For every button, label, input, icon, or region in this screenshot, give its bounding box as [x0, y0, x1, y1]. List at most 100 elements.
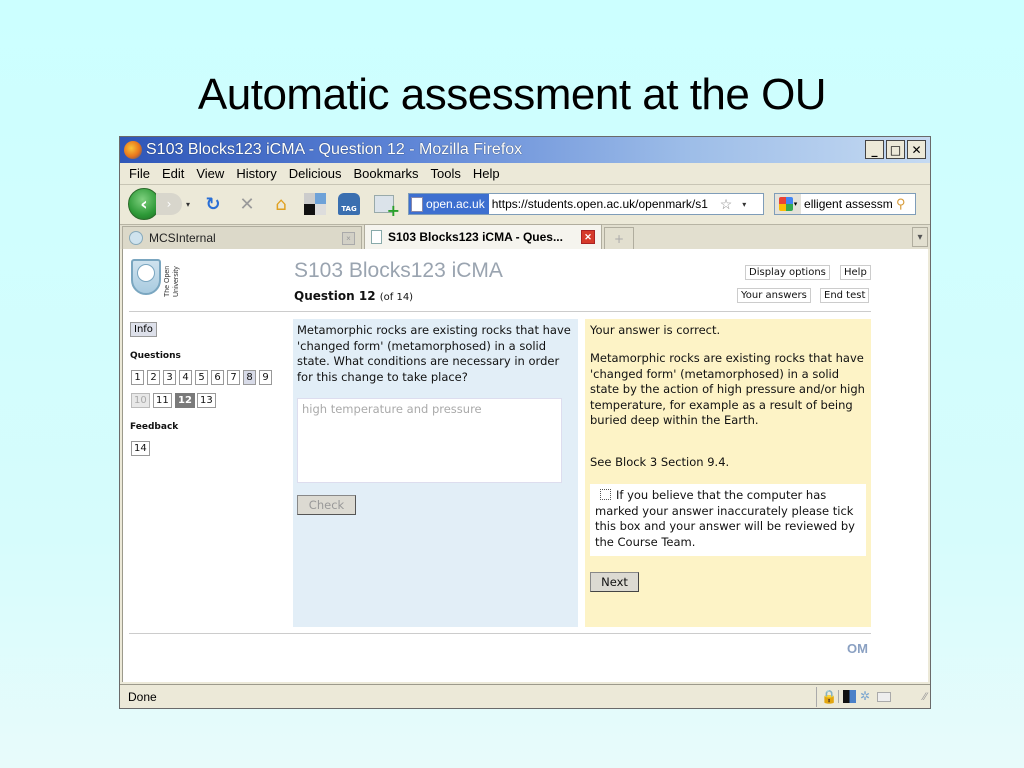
- home-icon[interactable]: ⌂: [270, 193, 292, 215]
- window-title: S103 Blocks123 iCMA - Question 12 - Mozi…: [146, 141, 523, 158]
- search-engine-button[interactable]: ▾: [775, 194, 802, 214]
- close-tab-icon[interactable]: ✕: [581, 230, 595, 244]
- stop-icon[interactable]: ✕: [236, 193, 258, 215]
- divider: [129, 311, 871, 312]
- bookmark-star-icon[interactable]: ☆: [720, 196, 733, 213]
- check-button[interactable]: Check: [297, 495, 356, 515]
- openmark-logo: OM: [847, 641, 868, 656]
- firefox-logo-icon: [124, 141, 142, 159]
- menu-bookmarks[interactable]: Bookmarks: [354, 166, 419, 181]
- question-button-9[interactable]: 9: [259, 370, 272, 385]
- tab-label: MCSInternal: [149, 231, 216, 245]
- logo-text: The Open University: [164, 265, 180, 297]
- site-identity-button[interactable]: open.ac.uk: [409, 194, 489, 214]
- delicious-status-icon[interactable]: [843, 690, 856, 703]
- question-button-7[interactable]: 7: [227, 370, 240, 385]
- feedback-reference: See Block 3 Section 9.4.: [590, 455, 730, 469]
- search-bar[interactable]: ▾ elligent assessm ⚲: [774, 193, 917, 215]
- slide-title: Automatic assessment at the OU: [197, 70, 827, 119]
- tab-s103-icma[interactable]: S103 Blocks123 iCMA - Ques... ✕: [364, 224, 602, 249]
- feedback-panel: Your answer is correct. Metamorphic rock…: [585, 319, 871, 627]
- appeal-box: If you believe that the computer has mar…: [590, 484, 866, 556]
- question-panel: Metamorphic rocks are existing rocks tha…: [293, 319, 578, 627]
- question-text: Metamorphic rocks are existing rocks tha…: [297, 323, 571, 384]
- info-button[interactable]: Info: [130, 322, 157, 337]
- url-input[interactable]: https://students.open.ac.uk/openmark/s1: [492, 197, 718, 211]
- close-button[interactable]: ✕: [907, 140, 926, 159]
- maximize-button[interactable]: □: [886, 140, 905, 159]
- tab-bar: MCSInternal × S103 Blocks123 iCMA - Ques…: [120, 224, 930, 249]
- question-button-3[interactable]: 3: [163, 370, 176, 385]
- tab-label: S103 Blocks123 iCMA - Ques...: [388, 230, 563, 244]
- tag-icon[interactable]: TAG: [338, 193, 361, 215]
- url-bar[interactable]: open.ac.uk https://students.open.ac.uk/o…: [408, 193, 765, 215]
- menu-delicious[interactable]: Delicious: [289, 166, 342, 181]
- menu-tools[interactable]: Tools: [431, 166, 461, 181]
- questions-heading: Questions: [130, 351, 181, 361]
- your-answers-button[interactable]: Your answers: [737, 288, 811, 303]
- feedback-button-14[interactable]: 14: [131, 441, 150, 456]
- question-button-4[interactable]: 4: [179, 370, 192, 385]
- close-tab-icon[interactable]: ×: [342, 231, 355, 245]
- question-button-6[interactable]: 6: [211, 370, 224, 385]
- end-test-button[interactable]: End test: [820, 288, 870, 303]
- history-dropdown-icon[interactable]: ▾: [186, 200, 190, 209]
- course-title: S103 Blocks123 iCMA: [294, 259, 503, 282]
- feedback-explanation: Metamorphic rocks are existing rocks tha…: [590, 351, 865, 427]
- tab-favicon-icon: [129, 231, 143, 245]
- browser-window: S103 Blocks123 iCMA - Question 12 - Mozi…: [119, 136, 931, 709]
- delicious-icon[interactable]: [304, 193, 327, 215]
- chevron-down-icon: ▾: [793, 201, 798, 208]
- question-label: Question 12: [294, 289, 376, 303]
- question-button-1[interactable]: 1: [131, 370, 144, 385]
- search-input[interactable]: elligent assessm: [804, 197, 896, 211]
- question-button-2[interactable]: 2: [147, 370, 160, 385]
- addon-status-icon[interactable]: ✲: [860, 690, 873, 703]
- menu-bar: File Edit View History Delicious Bookmar…: [120, 163, 930, 185]
- next-button[interactable]: Next: [590, 572, 639, 592]
- mail-icon[interactable]: [877, 691, 891, 702]
- menu-history[interactable]: History: [236, 166, 276, 181]
- page-icon: [371, 230, 382, 244]
- help-button[interactable]: Help: [840, 265, 871, 280]
- question-count: (of 14): [379, 292, 414, 303]
- status-bar: Done 🔒 ✲ ⁄⁄: [120, 684, 930, 708]
- search-icon[interactable]: ⚲: [896, 196, 906, 212]
- status-text: Done: [128, 689, 157, 704]
- new-tab-button[interactable]: +: [604, 227, 634, 249]
- menu-file[interactable]: File: [129, 166, 150, 181]
- open-university-logo: [131, 259, 161, 295]
- resize-grip-icon[interactable]: ⁄⁄: [923, 691, 927, 703]
- question-button-13[interactable]: 13: [197, 393, 216, 408]
- minimize-button[interactable]: _: [865, 140, 884, 159]
- title-bar: S103 Blocks123 iCMA - Question 12 - Mozi…: [120, 137, 930, 163]
- forward-button[interactable]: ›: [156, 193, 182, 215]
- reload-icon[interactable]: ↻: [202, 193, 224, 215]
- question-button-10: 10: [131, 393, 150, 408]
- question-button-5[interactable]: 5: [195, 370, 208, 385]
- menu-edit[interactable]: Edit: [162, 166, 184, 181]
- page-icon: [411, 196, 424, 212]
- tab-list-button[interactable]: ▾: [912, 227, 928, 247]
- question-heading: Question 12 (of 14): [294, 289, 413, 303]
- menu-view[interactable]: View: [196, 166, 224, 181]
- site-identity-label: open.ac.uk: [426, 197, 485, 211]
- question-button-12[interactable]: 12: [175, 393, 195, 408]
- question-button-8[interactable]: 8: [243, 370, 256, 385]
- divider: [129, 633, 871, 634]
- google-logo-icon: [778, 197, 793, 211]
- tab-mcsinternal[interactable]: MCSInternal ×: [122, 226, 362, 249]
- url-dropdown-icon[interactable]: ▾: [742, 200, 746, 209]
- display-options-button[interactable]: Display options: [745, 265, 830, 280]
- navigation-toolbar: ‹ › ▾ ↻ ✕ ⌂ TAG open.ac.uk https://stude…: [120, 185, 930, 223]
- appeal-text: If you believe that the computer has mar…: [595, 488, 855, 549]
- question-button-11[interactable]: 11: [153, 393, 172, 408]
- add-bookmark-icon[interactable]: [374, 195, 400, 220]
- menu-help[interactable]: Help: [473, 166, 500, 181]
- result-message: Your answer is correct.: [590, 323, 721, 337]
- lock-icon[interactable]: 🔒: [816, 686, 837, 707]
- feedback-heading: Feedback: [130, 422, 179, 432]
- answer-input[interactable]: high temperature and pressure: [297, 398, 562, 483]
- appeal-checkbox[interactable]: [600, 489, 611, 500]
- page-content: The Open University S103 Blocks123 iCMA …: [122, 249, 928, 682]
